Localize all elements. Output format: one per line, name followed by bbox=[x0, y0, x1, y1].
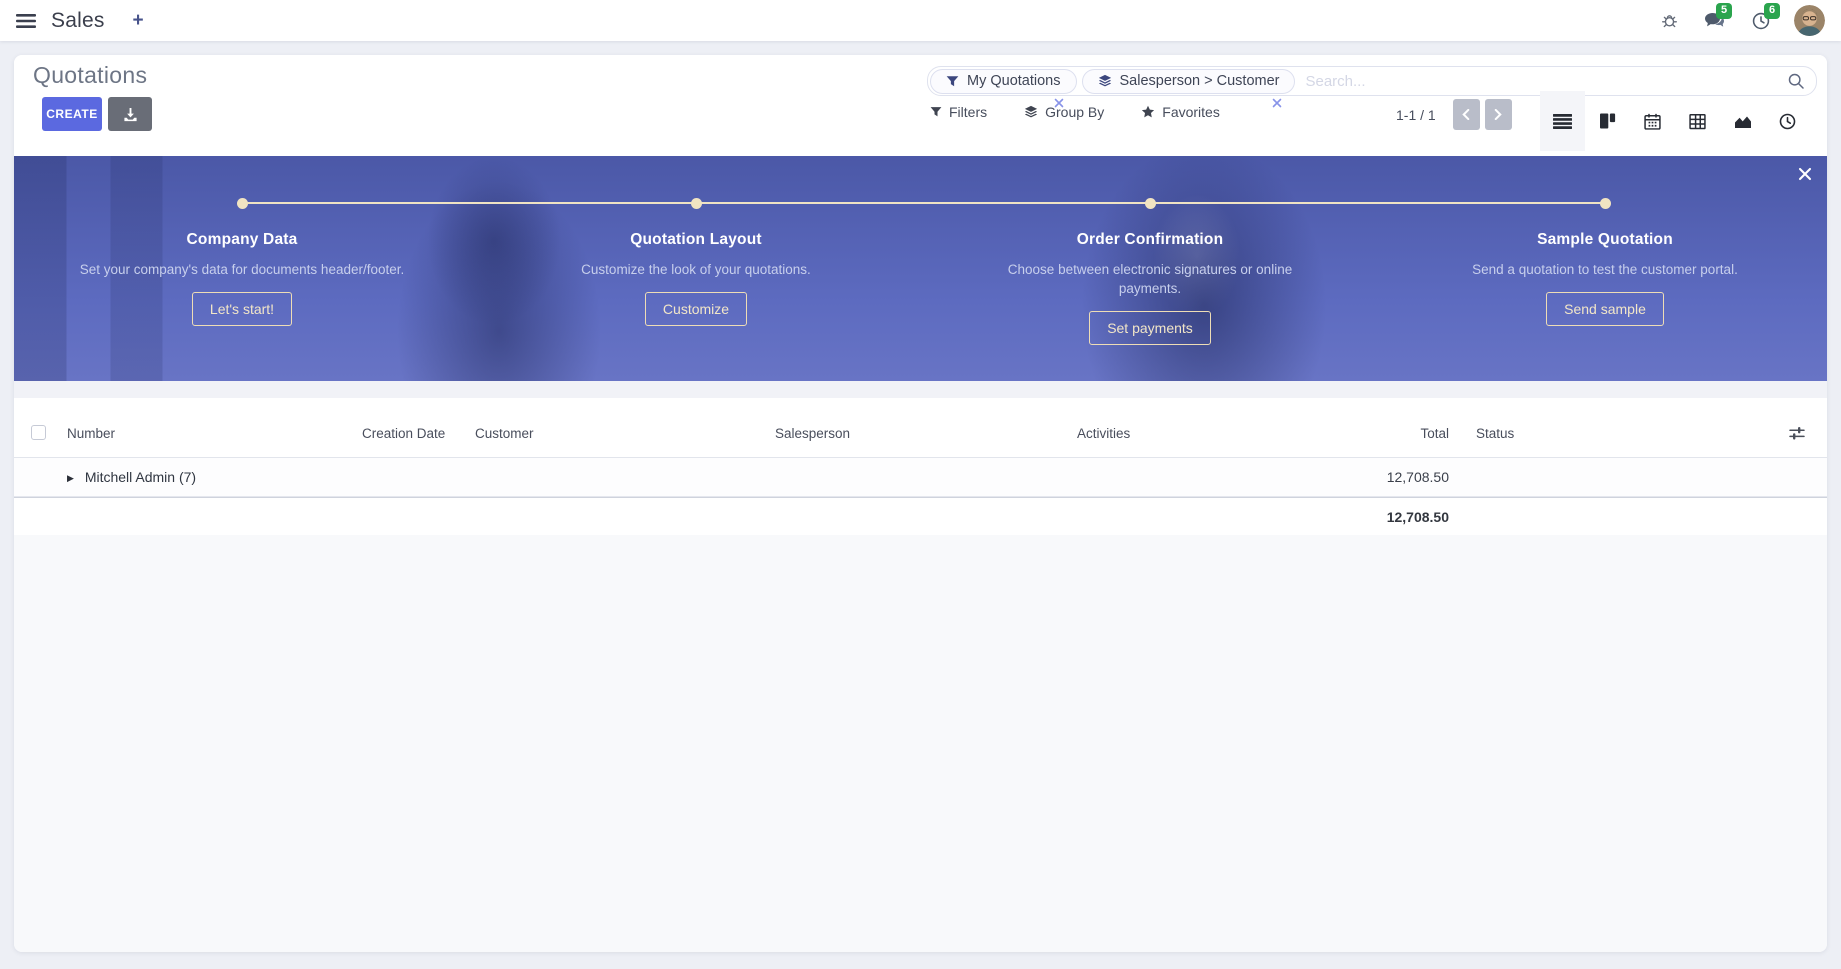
group-row-mitchell-admin[interactable]: ▶ Mitchell Admin (7) 12,708.50 bbox=[14, 458, 1827, 497]
set-payments-button[interactable]: Set payments bbox=[1089, 311, 1211, 345]
view-switcher bbox=[1540, 91, 1810, 151]
pager-next-button[interactable] bbox=[1485, 99, 1512, 130]
group-label: Mitchell Admin (7) bbox=[85, 469, 196, 485]
graph-view-button[interactable] bbox=[1720, 91, 1765, 151]
activities-clock-icon[interactable]: 6 bbox=[1752, 12, 1770, 30]
filter-icon bbox=[946, 75, 959, 88]
timeline-dot bbox=[1145, 198, 1156, 209]
calendar-view-icon bbox=[1644, 113, 1661, 130]
timeline-dot bbox=[237, 198, 248, 209]
column-header-status[interactable]: Status bbox=[1451, 426, 1716, 441]
sliders-icon bbox=[1789, 426, 1805, 441]
list-view-button[interactable] bbox=[1540, 91, 1585, 151]
footer-total: 12,708.50 bbox=[1279, 509, 1451, 525]
search-icon[interactable] bbox=[1788, 73, 1804, 89]
facet-label: Salesperson > Customer bbox=[1120, 73, 1280, 89]
messages-icon[interactable]: 5 bbox=[1704, 12, 1726, 29]
onboarding-step-sample-quotation: Sample Quotation Send a quotation to tes… bbox=[1440, 231, 1770, 326]
pager: 1-1 / 1 bbox=[1396, 99, 1512, 130]
search-options: Filters Group By Favorites bbox=[930, 104, 1220, 120]
activities-count-badge: 6 bbox=[1764, 3, 1780, 19]
create-button[interactable]: CREATE bbox=[42, 97, 102, 131]
column-header-total[interactable]: Total bbox=[1279, 426, 1451, 441]
step-title: Quotation Layout bbox=[531, 231, 861, 249]
list-view-icon bbox=[1553, 114, 1572, 129]
pivot-view-icon bbox=[1689, 113, 1706, 130]
graph-view-icon bbox=[1734, 113, 1752, 129]
search-input[interactable] bbox=[1305, 73, 1788, 90]
step-title: Order Confirmation bbox=[985, 231, 1315, 249]
onboarding-step-quotation-layout: Quotation Layout Customize the look of y… bbox=[531, 231, 861, 326]
step-title: Company Data bbox=[77, 231, 407, 249]
column-header-activities[interactable]: Activities bbox=[1064, 426, 1279, 441]
lets-start-button[interactable]: Let's start! bbox=[192, 292, 292, 326]
filters-menu[interactable]: Filters bbox=[930, 104, 987, 120]
group-by-menu[interactable]: Group By bbox=[1024, 104, 1104, 120]
user-avatar[interactable] bbox=[1794, 5, 1825, 36]
timeline-dot bbox=[691, 198, 702, 209]
list-footer-row: 12,708.50 bbox=[14, 497, 1827, 535]
column-header-number[interactable]: Number bbox=[54, 426, 349, 441]
debug-bug-icon[interactable] bbox=[1661, 12, 1678, 29]
group-total: 12,708.50 bbox=[1279, 469, 1451, 485]
list-header-row: Number Creation Date Customer Salesperso… bbox=[14, 410, 1827, 458]
favorites-label: Favorites bbox=[1162, 104, 1220, 120]
step-title: Sample Quotation bbox=[1440, 231, 1770, 249]
chevron-left-icon bbox=[1462, 109, 1470, 120]
kanban-view-icon bbox=[1599, 113, 1616, 129]
top-navbar: Sales + 5 6 bbox=[0, 0, 1841, 41]
filters-label: Filters bbox=[949, 104, 987, 120]
quotations-list: Number Creation Date Customer Salesperso… bbox=[14, 398, 1827, 535]
apps-menu-icon[interactable] bbox=[16, 14, 36, 28]
page-title: Quotations bbox=[33, 62, 147, 89]
star-icon bbox=[1141, 105, 1155, 119]
pager-previous-button[interactable] bbox=[1453, 99, 1480, 130]
column-header-salesperson[interactable]: Salesperson bbox=[762, 426, 1064, 441]
step-description: Send a quotation to test the customer po… bbox=[1440, 260, 1770, 279]
empty-area bbox=[14, 535, 1827, 952]
pager-range: 1-1 / 1 bbox=[1396, 107, 1436, 123]
group-by-label: Group By bbox=[1045, 104, 1104, 120]
send-sample-button[interactable]: Send sample bbox=[1546, 292, 1664, 326]
onboarding-timeline bbox=[242, 202, 1605, 204]
group-by-icon bbox=[1098, 74, 1112, 88]
calendar-view-button[interactable] bbox=[1630, 91, 1675, 151]
onboarding-step-company-data: Company Data Set your company's data for… bbox=[77, 231, 407, 326]
app-title[interactable]: Sales bbox=[51, 9, 105, 33]
control-panel: Quotations My Quotations Salesperson > C… bbox=[14, 55, 1827, 156]
activity-view-button[interactable] bbox=[1765, 91, 1810, 151]
optional-columns-button[interactable] bbox=[1716, 426, 1827, 441]
search-facet-groupby[interactable]: Salesperson > Customer bbox=[1082, 69, 1296, 94]
chevron-right-icon bbox=[1494, 109, 1502, 120]
timeline-dot bbox=[1600, 198, 1611, 209]
favorites-menu[interactable]: Favorites bbox=[1141, 104, 1220, 120]
plus-icon[interactable]: + bbox=[133, 11, 144, 30]
expand-caret-icon[interactable]: ▶ bbox=[67, 473, 74, 484]
facet-label: My Quotations bbox=[967, 73, 1061, 89]
column-header-customer[interactable]: Customer bbox=[462, 426, 762, 441]
section-gap bbox=[14, 381, 1827, 398]
select-all-checkbox[interactable] bbox=[31, 425, 46, 440]
close-icon[interactable] bbox=[1798, 167, 1812, 181]
content-area: Quotations My Quotations Salesperson > C… bbox=[14, 55, 1827, 952]
filter-icon bbox=[930, 106, 942, 118]
facet-remove-icon[interactable] bbox=[1272, 98, 1282, 108]
step-description: Customize the look of your quotations. bbox=[531, 260, 861, 279]
step-description: Choose between electronic signatures or … bbox=[985, 260, 1315, 298]
search-facet-my-quotations[interactable]: My Quotations bbox=[930, 69, 1077, 94]
upload-icon bbox=[123, 107, 138, 122]
customize-button[interactable]: Customize bbox=[645, 292, 747, 326]
group-by-icon bbox=[1024, 105, 1038, 119]
import-records-button[interactable] bbox=[108, 97, 152, 131]
column-header-creation-date[interactable]: Creation Date bbox=[349, 426, 462, 441]
kanban-view-button[interactable] bbox=[1585, 91, 1630, 151]
onboarding-banner: Company Data Set your company's data for… bbox=[14, 156, 1827, 381]
messages-count-badge: 5 bbox=[1716, 3, 1732, 19]
onboarding-step-order-confirmation: Order Confirmation Choose between electr… bbox=[985, 231, 1315, 345]
activity-view-icon bbox=[1779, 113, 1796, 130]
pivot-view-button[interactable] bbox=[1675, 91, 1720, 151]
step-description: Set your company's data for documents he… bbox=[77, 260, 407, 279]
